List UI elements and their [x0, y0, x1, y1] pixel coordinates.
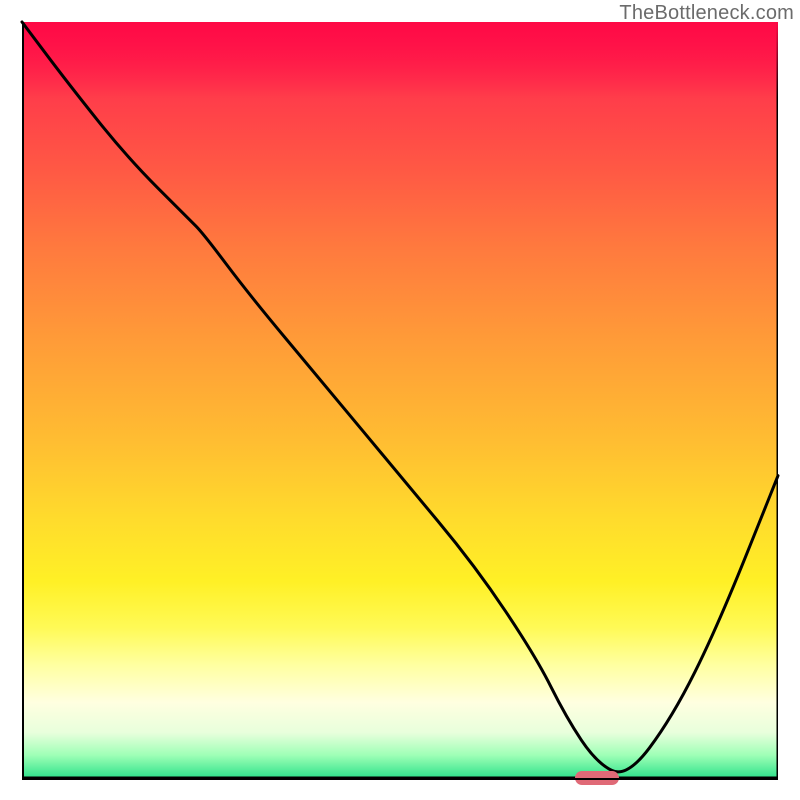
bottleneck-chart: TheBottleneck.com: [0, 0, 800, 800]
y-axis-line: [22, 22, 24, 778]
plot-area: [22, 22, 778, 778]
x-axis-line: [22, 778, 778, 780]
gradient-top-accent: [22, 22, 778, 98]
